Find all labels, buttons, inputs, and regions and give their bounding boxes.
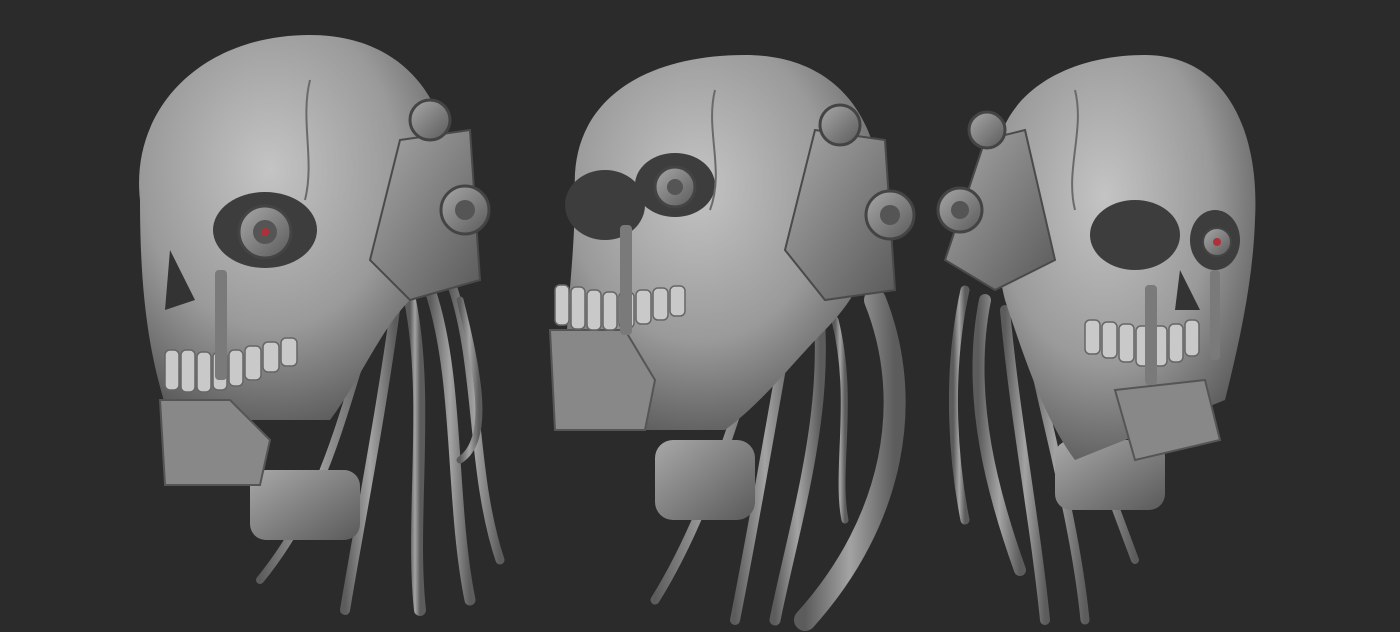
skull-render-right <box>936 55 1256 625</box>
skull-render-left <box>139 35 505 616</box>
jaw-piston <box>1210 270 1220 360</box>
eye-socket <box>1090 200 1180 270</box>
skull-view-three-quarter-right <box>925 0 1275 632</box>
render-canvas <box>0 0 1400 632</box>
jaw-piston <box>620 225 632 335</box>
bolt-icon <box>818 103 862 147</box>
neck-mount <box>250 470 360 540</box>
jaw-plate <box>1113 378 1222 462</box>
bolt-icon <box>408 98 452 142</box>
skull-view-three-quarter-left <box>110 0 510 632</box>
jaw-piston <box>215 270 227 380</box>
eye-socket <box>565 170 645 240</box>
skull-view-front-three-quarter <box>535 0 935 632</box>
neck-mount <box>655 440 755 520</box>
skull-render-front <box>548 55 916 631</box>
jaw-piston <box>1145 285 1157 385</box>
bolt-icon <box>967 110 1007 150</box>
